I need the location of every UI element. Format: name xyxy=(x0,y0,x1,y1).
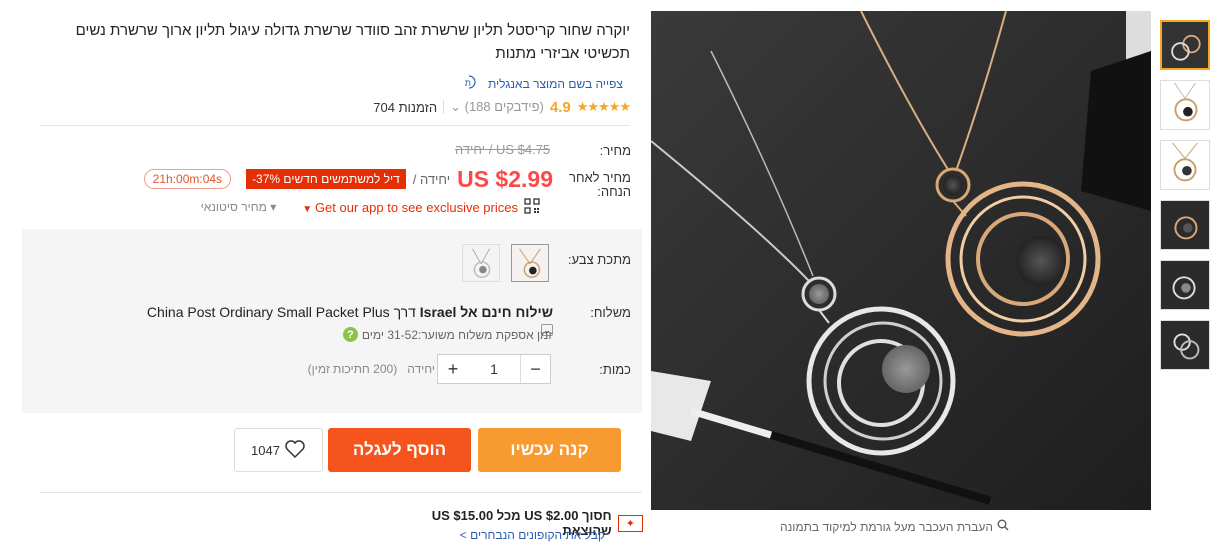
divider-top xyxy=(40,125,630,126)
feedback-label: (188 פידבקים) xyxy=(464,99,544,114)
shipping-destination: Israel xyxy=(419,304,457,320)
shipping-carrier: China Post Ordinary Small Packet Plus xyxy=(146,304,390,320)
qr-code-icon[interactable] xyxy=(524,197,540,217)
thumbnail-4[interactable] xyxy=(1160,200,1210,250)
shipping-time-label: זמן אספקת משלוח משוער:31-52 ימים xyxy=(361,327,552,342)
new-user-deal-badge: -37% דיל למשתמשים חדשים xyxy=(246,169,406,189)
wholesale-caret-icon: ▾ xyxy=(270,200,277,214)
free-shipping-label: שילוח חינם אל xyxy=(460,304,553,320)
app-link-label: Get our app to see exclusive prices xyxy=(314,199,518,215)
translate-icon: Aת xyxy=(453,74,482,93)
thumbnail-6[interactable] xyxy=(1160,320,1210,370)
wishlist-button[interactable]: 1047 xyxy=(234,428,323,472)
thumbnail-2[interactable] xyxy=(1160,80,1210,130)
quantity-label: כמות: xyxy=(599,362,631,377)
thumbnail-1[interactable] xyxy=(1160,20,1210,70)
app-price-row: מחיר סיטונאי ▾ ▼ Get our app to see excl… xyxy=(190,197,540,217)
price-per-unit: / יחידה xyxy=(412,171,451,187)
buy-now-button[interactable]: קנה עכשיו xyxy=(478,428,621,472)
wholesale-label: מחיר סיטונאי xyxy=(200,200,267,214)
price-row: 21h:00m:04s -37% דיל למשתמשים חדשים / יח… xyxy=(138,165,553,193)
price-label: מחיר: xyxy=(599,143,631,158)
svg-text:A: A xyxy=(460,77,461,89)
thumbnail-3[interactable] xyxy=(1160,140,1210,190)
quantity-stepper: + 1 − xyxy=(437,354,551,384)
deal-countdown: 21h:00m:04s xyxy=(143,169,232,189)
decrement-button[interactable]: − xyxy=(519,355,550,383)
heart-icon xyxy=(284,439,306,462)
help-icon[interactable]: ? xyxy=(342,327,358,342)
magnifier-icon xyxy=(997,519,1009,534)
svg-text:ת: ת xyxy=(465,78,471,88)
add-to-cart-button[interactable]: הוסף לעגלה xyxy=(328,428,471,472)
rating-stars: ★★★★★ xyxy=(576,99,631,114)
feedback-chevron-icon: ⌄ xyxy=(450,99,465,114)
shipping-label: משלוח: xyxy=(590,305,631,320)
quantity-value[interactable]: 1 xyxy=(490,361,498,377)
old-price: US $4.75 / יחידה xyxy=(455,142,551,157)
wishlist-count: 1047 xyxy=(251,442,280,458)
available-count: (200 חתיכות זמין) xyxy=(307,362,398,376)
color-label: מתכת צבע: xyxy=(567,252,631,267)
product-title: יוקרה שחור קריסטל תליון שרשרת זהב סוודר … xyxy=(75,22,630,62)
orders-count: 704 הזמנות xyxy=(373,99,438,115)
coupon-link[interactable]: קבל את הקופונים הנבחרים > xyxy=(455,528,605,542)
shipping-time: זמן אספקת משלוח משוער:31-52 ימים ? xyxy=(320,327,552,342)
color-option-silver[interactable] xyxy=(462,244,500,282)
increment-button[interactable]: + xyxy=(438,355,468,383)
app-caret-icon: ▼ xyxy=(302,203,315,215)
coupon-icon: ✦ xyxy=(617,514,643,532)
zoom-hint: העברת העכבר מעל גורמת למיקוד בתמונה xyxy=(780,519,1009,534)
quantity-unit: יחידה xyxy=(407,362,435,376)
zoom-hint-label: העברת העכבר מעל גורמת למיקוד בתמונה xyxy=(780,519,993,534)
shipping-via: דרך xyxy=(393,304,416,320)
feedback-count[interactable]: ⌄ (188 פידבקים) xyxy=(450,99,544,115)
view-english-name-link[interactable]: צפייה בשם המוצר באנגלית Aת xyxy=(453,74,635,93)
rating-value: 4.9 xyxy=(549,98,571,116)
color-option-gold[interactable] xyxy=(511,244,549,282)
main-product-image[interactable] xyxy=(651,11,1151,510)
rating-row: 704 הזמנות ⌄ (188 פידבקים) 4.9 ★★★★★ xyxy=(355,97,631,117)
divider-bottom xyxy=(40,492,642,493)
wholesale-dropdown[interactable]: מחיר סיטונאי ▾ xyxy=(201,200,277,214)
view-english-label: צפייה בשם המוצר באנגלית xyxy=(488,76,623,91)
current-price: US $2.99 xyxy=(457,165,553,192)
thumbnail-5[interactable] xyxy=(1160,260,1210,310)
quantity-available: יחידה (200 חתיכות זמין) xyxy=(300,362,435,376)
rating-divider xyxy=(443,100,445,114)
app-price-link[interactable]: ▼ Get our app to see exclusive prices xyxy=(302,200,518,215)
discount-price-label: מחיר לאחר הנחה: xyxy=(569,170,631,199)
